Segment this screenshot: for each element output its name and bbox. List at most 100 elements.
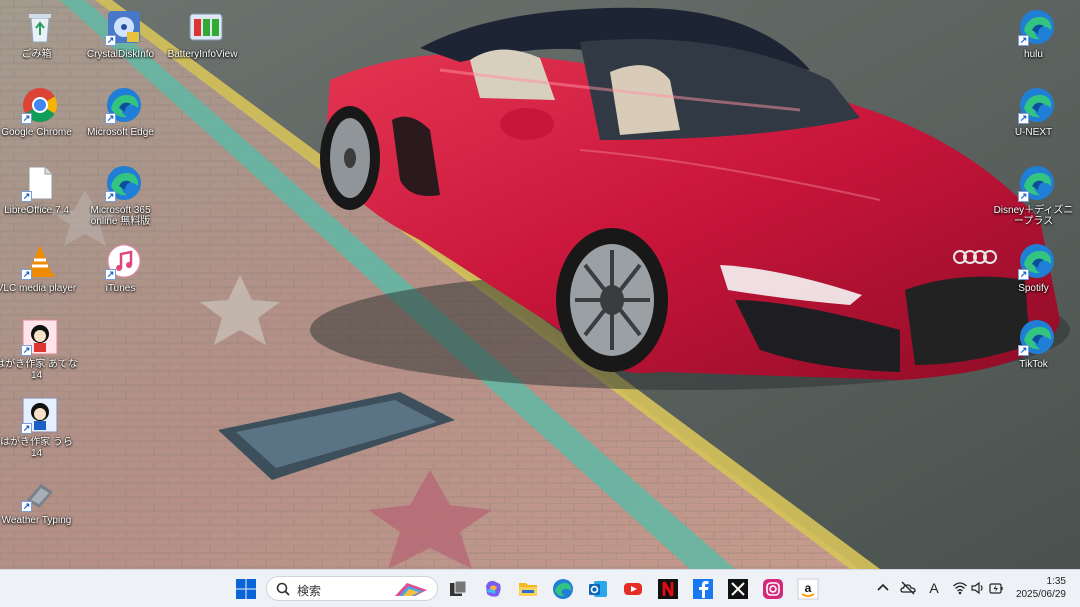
amazon-button[interactable]: a <box>796 577 820 601</box>
shortcut-arrow-icon: ↗ <box>1018 113 1029 124</box>
shortcut-arrow-icon: ↗ <box>21 501 32 512</box>
desktop-icon-microsoft-365[interactable]: ↗ Microsoft 365 online 無料版 <box>88 160 160 232</box>
desktop-icon-label: VLC media player <box>0 283 77 294</box>
desktop-icon-label: CrystalDiskInfo <box>86 49 155 60</box>
shortcut-arrow-icon: ↗ <box>21 345 32 356</box>
start-icon <box>236 579 256 599</box>
copilot-icon <box>486 580 501 597</box>
edge-taskbar-button[interactable] <box>551 577 575 601</box>
libreoffice-icon: ↗ <box>21 164 59 202</box>
desktop-icon-label: LibreOffice 7.4 <box>4 205 69 216</box>
shortcut-arrow-icon: ↗ <box>105 191 116 202</box>
outlook-button[interactable] <box>586 577 610 601</box>
desktop-icon-label: Google Chrome <box>1 127 72 138</box>
desktop-icon-tiktok[interactable]: ↗ TikTok <box>1001 314 1073 386</box>
desktop-icon-recycle-bin[interactable]: ごみ箱 <box>4 4 76 76</box>
edge-icon: ↗ <box>105 86 143 124</box>
x-icon <box>728 579 748 599</box>
desktop-icon-batteryinfoview[interactable]: BatteryInfoView <box>168 4 242 76</box>
desktop-icon-disney-plus[interactable]: ↗ Disney＋ディズニープラス <box>994 160 1073 232</box>
edge-icon <box>553 579 573 599</box>
desktop-icon-label: はがき作家 うら 14 <box>0 437 73 459</box>
desktop-icon-hulu[interactable]: ↗ hulu <box>1001 4 1073 76</box>
edge-icon: ↗ <box>1018 86 1056 124</box>
shortcut-arrow-icon: ↗ <box>21 423 32 434</box>
desktop-icon-label: Weather Typing <box>1 515 72 526</box>
shortcut-arrow-icon: ↗ <box>105 113 116 124</box>
chrome-icon: ↗ <box>21 86 59 124</box>
recycle-bin-icon <box>21 8 59 46</box>
facebook-icon <box>693 579 713 599</box>
start-button[interactable] <box>234 577 258 601</box>
desktop-icon-weather-typing[interactable]: ↗ Weather Typing <box>2 470 76 542</box>
search-icon <box>276 582 290 596</box>
task-view-button[interactable] <box>446 577 470 601</box>
desktop-icon-microsoft-edge[interactable]: ↗ Microsoft Edge <box>87 82 160 154</box>
shortcut-arrow-icon: ↗ <box>21 113 32 124</box>
desktop-icon-label: Microsoft Edge <box>87 127 154 138</box>
copilot-button[interactable] <box>481 577 505 601</box>
hagaki-ura-icon: ↗ <box>21 396 59 434</box>
desktop-icon-spotify[interactable]: ↗ Spotify <box>1001 238 1073 310</box>
shortcut-arrow-icon: ↗ <box>1018 35 1029 46</box>
desktop-icon-label: Spotify <box>1018 283 1049 294</box>
desktop-icon-hagaki-ura[interactable]: ↗ はがき作家 うら 14 <box>0 392 76 464</box>
edge-icon: ↗ <box>1018 164 1056 202</box>
instagram-icon <box>763 579 783 599</box>
amazon-icon: a <box>797 578 819 600</box>
task-view-icon <box>450 580 467 596</box>
edge-icon: ↗ <box>1018 318 1056 356</box>
desktop-icon-label: hulu <box>1024 49 1043 60</box>
desktop-icon-libreoffice[interactable]: ↗ LibreOffice 7.4 <box>4 160 76 232</box>
desktop-icon-u-next[interactable]: ↗ U-NEXT <box>1001 82 1073 154</box>
clock-date: 2025/06/29 <box>1015 589 1066 600</box>
file-explorer-button[interactable] <box>516 577 540 601</box>
youtube-icon <box>624 583 642 595</box>
shortcut-arrow-icon: ↗ <box>1018 345 1029 356</box>
weather-typing-icon: ↗ <box>21 474 59 512</box>
desktop-icon-vlc[interactable]: ↗ VLC media player <box>0 238 76 310</box>
hagaki-atena-icon: ↗ <box>21 318 59 356</box>
desktop-icon-label: U-NEXT <box>1014 127 1053 138</box>
desktop-icon-google-chrome[interactable]: ↗ Google Chrome <box>1 82 76 154</box>
desktop-icon-label: Disney＋ディズニープラス <box>993 205 1074 227</box>
x-button[interactable] <box>726 577 750 601</box>
vlc-icon: ↗ <box>21 242 59 280</box>
svg-text:a: a <box>805 581 812 595</box>
desktop-icon-itunes[interactable]: ↗ iTunes <box>88 238 160 310</box>
speaker-icon <box>971 581 983 595</box>
desktop-icon-label: BatteryInfoView <box>167 49 238 60</box>
shortcut-arrow-icon: ↗ <box>1018 191 1029 202</box>
search-placeholder: 検索 <box>297 584 322 598</box>
desktop-icon-label: はがき作家 あてな 14 <box>0 359 78 381</box>
itunes-icon: ↗ <box>105 242 143 280</box>
shortcut-arrow-icon: ↗ <box>1018 269 1029 280</box>
onedrive-tray-button[interactable] <box>900 580 916 596</box>
desktop-icon-label: Microsoft 365 online 無料版 <box>90 205 151 227</box>
edge-icon: ↗ <box>1018 8 1056 46</box>
battery-tray-button[interactable] <box>988 580 1004 596</box>
crystaldiskinfo-icon: ↗ <box>105 8 143 46</box>
taskbar-search-box[interactable]: 検索 <box>266 576 438 601</box>
desktop-icon-crystaldiskinfo[interactable]: ↗ CrystalDiskInfo <box>87 4 160 76</box>
show-hidden-icons-button[interactable] <box>875 580 891 596</box>
battery-charging-icon <box>989 583 1003 594</box>
ime-indicator[interactable]: A <box>926 580 942 596</box>
onedrive-offline-icon <box>900 581 916 595</box>
network-tray-button[interactable] <box>952 580 968 596</box>
desktop-icon-label: TikTok <box>1019 359 1048 370</box>
volume-tray-button[interactable] <box>970 580 986 596</box>
netflix-icon <box>658 579 678 599</box>
edge-icon: ↗ <box>1018 242 1056 280</box>
netflix-button[interactable] <box>656 577 680 601</box>
taskbar-clock[interactable]: 1:35 2025/06/29 <box>1016 575 1066 601</box>
taskbar: 検索 a A 1:35 2025/06/29 <box>0 569 1080 607</box>
youtube-button[interactable] <box>621 577 645 601</box>
desktop-icon-label: iTunes <box>105 283 136 294</box>
facebook-button[interactable] <box>691 577 715 601</box>
shortcut-arrow-icon: ↗ <box>105 269 116 280</box>
outlook-icon <box>589 581 607 597</box>
desktop-icon-hagaki-atena[interactable]: ↗ はがき作家 あてな 14 <box>0 314 78 386</box>
instagram-button[interactable] <box>761 577 785 601</box>
file-explorer-icon <box>519 583 537 596</box>
